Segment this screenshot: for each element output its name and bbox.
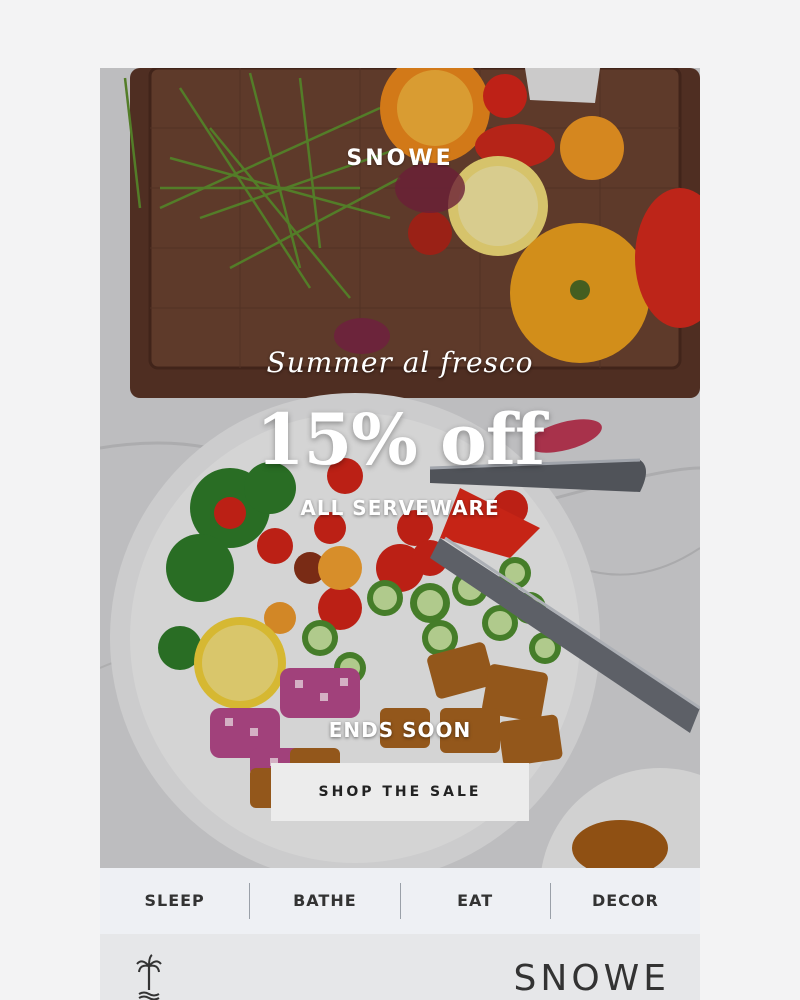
nav-item-eat[interactable]: EAT <box>399 883 550 919</box>
hero-headline: 15% off <box>255 398 545 481</box>
hero-tagline: Summer al fresco <box>266 346 534 379</box>
hero-subline: ALL SERVEWARE <box>300 496 500 520</box>
nav-item-sleep[interactable]: SLEEP <box>100 883 249 919</box>
brand-logo-footer[interactable]: SNOWE <box>514 958 670 999</box>
hero-banner[interactable]: SNOWE Summer al fresco 15% off ALL SERVE… <box>100 68 700 868</box>
ends-soon-text: ENDS SOON <box>328 718 472 742</box>
shop-the-sale-button[interactable]: SHOP THE SALE <box>271 763 529 821</box>
brand-logo-top: SNOWE <box>346 146 454 171</box>
nav-item-bathe[interactable]: BATHE <box>249 883 399 919</box>
footer-bar: SNOWE <box>100 934 700 1000</box>
hero-text-overlay: SNOWE Summer al fresco 15% off ALL SERVE… <box>100 68 700 868</box>
email-container: SNOWE Summer al fresco 15% off ALL SERVE… <box>100 68 700 1000</box>
category-nav: SLEEP BATHE EAT DECOR <box>100 868 700 934</box>
palm-tree-icon[interactable] <box>136 954 162 1000</box>
nav-item-decor[interactable]: DECOR <box>549 883 700 919</box>
